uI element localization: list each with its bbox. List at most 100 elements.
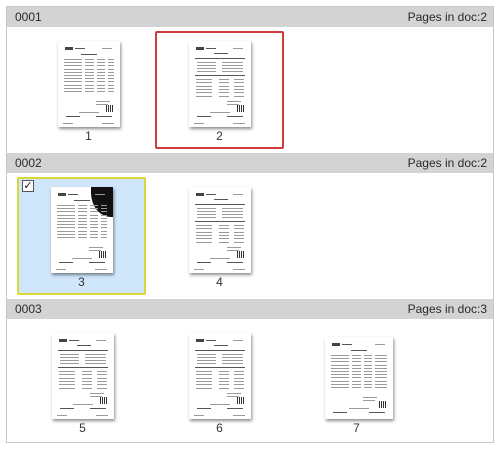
thumb-text-line (59, 262, 73, 263)
thumb-text-line (222, 363, 243, 364)
thumb-text-line (227, 408, 243, 409)
thumb-text-line (97, 380, 107, 382)
thumb-text-line (59, 387, 75, 389)
thumb-text-line (96, 116, 112, 117)
page-thumb-4[interactable]: 4 (155, 177, 284, 295)
doc-header-0001[interactable]: 0001 Pages in doc:2 (7, 7, 493, 27)
thumb-text-line (90, 208, 98, 210)
thumb-text-line (64, 91, 82, 92)
thumb-text-line (219, 374, 229, 376)
thumb-text-line (364, 364, 372, 366)
thumb-text-line (85, 357, 106, 358)
thumb-text-line (56, 269, 66, 270)
thumb-text-line (85, 59, 94, 60)
thumb-text-line (364, 377, 372, 379)
doc-header-0002[interactable]: 0002 Pages in doc:2 (7, 153, 493, 173)
thumb-text-line (57, 227, 75, 229)
thumb-text-line (90, 211, 98, 213)
page-thumb-2[interactable]: 2 (155, 31, 284, 149)
thumb-qr-code (237, 105, 244, 112)
thumb-text-line (96, 101, 110, 102)
thumb-text-line (331, 367, 349, 369)
thumb-text-line (78, 221, 87, 222)
thumb-text-line (64, 68, 82, 70)
page-thumb-3[interactable]: ✓ 3 (17, 177, 146, 295)
thumb-text-line (349, 408, 369, 409)
thumb-text-line (222, 357, 243, 358)
thumb-text-line (196, 231, 212, 233)
thumb-text-line (72, 258, 92, 259)
page-thumb-5[interactable]: 5 (18, 323, 147, 441)
page-select-checkbox[interactable]: ✓ (22, 180, 34, 192)
thumb-text-line (352, 383, 361, 385)
thumb-text-line (219, 88, 229, 90)
thumb-text-line (331, 383, 349, 385)
thumb-logo (196, 339, 204, 342)
thumb-text-line (196, 387, 212, 389)
thumb-text-line (352, 367, 361, 369)
thumb-text-line (90, 221, 98, 222)
thumb-text-line (364, 387, 372, 388)
thumb-text-line (78, 227, 87, 229)
thumb-text-line (90, 217, 98, 219)
thumb-text-line (194, 123, 204, 124)
thumb-text-line (375, 374, 387, 376)
thumb-text-line (108, 59, 114, 60)
thumb-text-line (234, 384, 244, 386)
page-image (189, 187, 251, 273)
page-thumb-6[interactable]: 6 (155, 323, 284, 441)
thumb-text-line (234, 374, 244, 376)
thumb-text-line (196, 238, 212, 240)
thumb-text-line (219, 371, 229, 372)
thumb-text-line (89, 247, 103, 248)
thumb-text-line (219, 231, 229, 233)
page-thumb-7[interactable]: 7 (292, 323, 421, 441)
thumb-text-line (57, 208, 75, 210)
thumb-text-line (352, 358, 361, 360)
thumb-text-line (101, 214, 107, 216)
thumb-text-line (64, 59, 82, 60)
thumb-text-line (331, 374, 349, 376)
thumb-text-line (82, 387, 92, 389)
thumb-text-line (352, 355, 361, 356)
thumb-text-line (375, 344, 385, 345)
page-image (189, 41, 251, 127)
thumb-text-line (196, 225, 212, 226)
thumb-text-line (196, 88, 212, 90)
page-image (325, 337, 393, 419)
thumb-qr-code (106, 105, 113, 112)
thumb-text-line (79, 112, 99, 113)
thumb-text-line (89, 262, 105, 263)
thumb-text-line (57, 230, 75, 232)
thumb-text-line (375, 383, 387, 385)
thumb-text-line (73, 404, 93, 405)
thumb-text-line (194, 269, 204, 270)
page-thumb-1[interactable]: 1 (24, 31, 153, 149)
thumb-text-line (363, 400, 375, 401)
doc-id: 0002 (15, 156, 42, 170)
thumb-text-line (196, 85, 212, 87)
thumb-text-line (97, 65, 105, 67)
thumb-text-line (214, 199, 228, 200)
thumb-text-line (97, 387, 107, 389)
thumb-text-line (90, 233, 98, 235)
thumb-text-line (97, 384, 107, 386)
thumb-text-line (364, 380, 372, 382)
thumb-logo (58, 193, 66, 196)
thumb-text-line (227, 262, 243, 263)
thumb-text-line (97, 84, 105, 86)
doc-header-0003[interactable]: 0003 Pages in doc:3 (7, 299, 493, 319)
thumb-text-line (234, 88, 244, 90)
doc-id: 0003 (15, 302, 42, 316)
thumb-text-line (352, 364, 361, 366)
thumb-text-line (82, 374, 92, 376)
thumb-text-line (82, 380, 92, 382)
thumb-text-line (331, 355, 349, 356)
page-number: 6 (216, 421, 223, 435)
thumb-text-line (64, 65, 82, 67)
thumb-text-line (63, 123, 73, 124)
thumb-text-line (60, 357, 79, 358)
thumb-text-line (75, 48, 85, 49)
thumb-text-line (364, 383, 372, 385)
thumb-text-line (101, 224, 107, 226)
